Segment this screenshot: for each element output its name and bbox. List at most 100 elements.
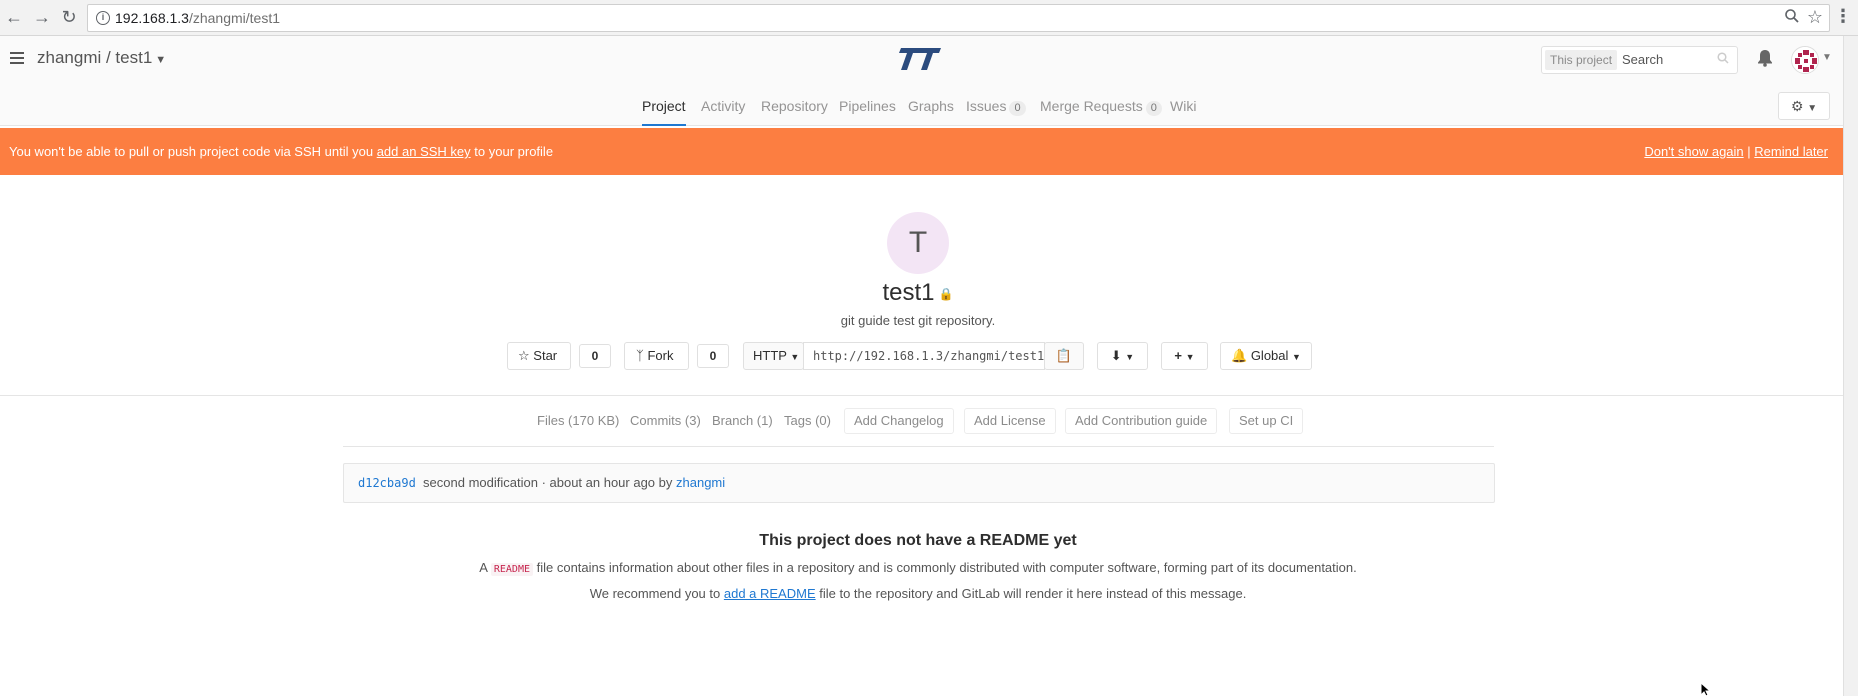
- fork-button[interactable]: ᛉ Fork: [624, 342, 689, 370]
- chevron-down-icon: ▼: [1807, 103, 1818, 114]
- readme-line1-prefix: A: [479, 560, 488, 575]
- tab-pipelines[interactable]: Pipelines: [839, 84, 896, 126]
- hamburger-menu-icon[interactable]: [10, 52, 24, 67]
- plus-icon: +: [1174, 348, 1183, 363]
- files-stat-link[interactable]: Files (170 KB): [537, 411, 619, 431]
- page-scrollbar[interactable]: [1843, 36, 1858, 696]
- commits-stat-link[interactable]: Commits (3): [630, 411, 701, 431]
- fork-count[interactable]: 0: [697, 344, 729, 368]
- tab-issues-label: Issues: [966, 98, 1007, 114]
- forward-icon[interactable]: →: [30, 5, 54, 29]
- address-bar[interactable]: i 192.168.1.3/zhangmi/test1 ☆: [87, 4, 1830, 32]
- user-menu-caret-icon[interactable]: ▼: [1822, 52, 1832, 63]
- commit-message: second modification: [423, 475, 538, 490]
- caret-down-icon: ▼: [1292, 352, 1301, 362]
- tab-merge-requests[interactable]: Merge Requests 0: [1040, 84, 1162, 126]
- star-label: Star: [533, 348, 558, 363]
- commit-author-link[interactable]: zhangmi: [676, 475, 725, 490]
- copy-url-button[interactable]: 📋: [1044, 342, 1084, 370]
- caret-down-icon: ▼: [790, 352, 800, 362]
- tab-merge-requests-label: Merge Requests: [1040, 98, 1143, 114]
- url-host: 192.168.1.3: [115, 10, 189, 26]
- caret-down-icon: ▼: [1125, 352, 1135, 362]
- user-avatar[interactable]: [1791, 46, 1819, 74]
- tab-project[interactable]: Project: [642, 84, 686, 126]
- project-description: git guide test git repository.: [840, 313, 996, 328]
- commit-sha-link[interactable]: d12cba9d: [358, 476, 416, 490]
- reload-icon[interactable]: ↻: [57, 5, 81, 29]
- add-dropdown[interactable]: + ▼: [1161, 342, 1208, 370]
- star-icon: ☆: [518, 348, 530, 363]
- tags-stat-link[interactable]: Tags (0): [784, 411, 831, 431]
- search-scope-badge[interactable]: This project: [1545, 50, 1618, 70]
- search-input[interactable]: Search: [1622, 52, 1663, 67]
- download-dropdown[interactable]: ⬇ ▼: [1097, 342, 1148, 370]
- add-contribution-guide-button[interactable]: Add Contribution guide: [1065, 408, 1218, 434]
- project-avatar: T: [887, 212, 949, 274]
- search-box[interactable]: This project Search: [1541, 46, 1738, 74]
- gear-icon: ⚙: [1790, 98, 1804, 114]
- mouse-cursor-icon: [1700, 683, 1712, 696]
- tab-wiki[interactable]: Wiki: [1170, 84, 1196, 126]
- gitlab-header: zhangmi / test1 ▼ This project Search ▼ …: [0, 36, 1843, 126]
- back-icon[interactable]: ←: [2, 5, 26, 29]
- alert-separator: |: [1747, 144, 1751, 159]
- star-button[interactable]: ☆ Star: [507, 342, 571, 370]
- stats-divider: [343, 446, 1494, 447]
- remind-later-link[interactable]: Remind later: [1754, 144, 1828, 159]
- breadcrumb-text[interactable]: zhangmi / test1: [37, 48, 152, 67]
- project-title: test1 🔒: [0, 279, 1836, 307]
- fork-icon: ᛉ: [636, 348, 644, 363]
- browser-menu-icon[interactable]: ⋮: [1834, 6, 1852, 27]
- last-commit-box: d12cba9d second modification · about an …: [343, 463, 1495, 503]
- url-text[interactable]: 192.168.1.3/zhangmi/test1: [115, 10, 280, 26]
- add-changelog-button[interactable]: Add Changelog: [844, 408, 954, 434]
- clone-url-input[interactable]: http://192.168.1.3/zhangmi/test1.git: [803, 342, 1045, 370]
- project-name: test1: [882, 279, 935, 306]
- tt-logo[interactable]: [898, 46, 942, 77]
- search-icon: [1717, 52, 1729, 64]
- commit-time: · about an hour ago by: [541, 475, 673, 490]
- add-license-button[interactable]: Add License: [964, 408, 1056, 434]
- readme-code: README: [490, 563, 533, 576]
- hero-divider: [0, 395, 1843, 396]
- readme-recommend-line: We recommend you to add a README file to…: [0, 586, 1836, 601]
- alert-message: You won't be able to pull or push projec…: [9, 128, 553, 175]
- alert-text-before: You won't be able to pull or push projec…: [9, 144, 374, 159]
- ssh-key-alert: You won't be able to pull or push projec…: [0, 128, 1843, 175]
- issues-count-badge: 0: [1009, 101, 1026, 116]
- zoom-icon[interactable]: [1785, 9, 1799, 27]
- readme-line2-text: file to the repository and GitLab will r…: [819, 586, 1247, 601]
- protocol-dropdown[interactable]: HTTP ▼: [743, 342, 804, 370]
- browser-toolbar: ← → ↻ i 192.168.1.3/zhangmi/test1 ☆ ⋮: [0, 0, 1858, 36]
- caret-down-icon: ▼: [1185, 352, 1195, 362]
- tab-graphs[interactable]: Graphs: [908, 84, 954, 126]
- bookmark-star-icon[interactable]: ☆: [1807, 7, 1823, 28]
- fork-label: Fork: [647, 348, 674, 363]
- add-ssh-key-link[interactable]: add an SSH key: [377, 144, 471, 159]
- notification-level-label: Global: [1250, 348, 1289, 363]
- info-icon[interactable]: i: [96, 11, 110, 25]
- readme-line2-prefix: We recommend you to: [589, 586, 721, 601]
- url-path: /zhangmi/test1: [188, 10, 281, 26]
- project-nav-tabs: Project Activity Repository Pipelines Gr…: [0, 84, 1843, 126]
- notification-bell-icon[interactable]: [1757, 49, 1773, 72]
- lock-icon: 🔒: [938, 286, 954, 301]
- readme-info-line: A README file contains information about…: [0, 560, 1836, 576]
- branch-stat-link[interactable]: Branch (1): [712, 411, 773, 431]
- tab-issues[interactable]: Issues 0: [966, 84, 1026, 126]
- tab-activity[interactable]: Activity: [701, 84, 745, 126]
- add-readme-link[interactable]: add a README: [724, 586, 816, 601]
- breadcrumb[interactable]: zhangmi / test1 ▼: [37, 48, 166, 68]
- app-root: ← → ↻ i 192.168.1.3/zhangmi/test1 ☆ ⋮ zh…: [0, 0, 1858, 696]
- protocol-label: HTTP: [753, 348, 787, 363]
- dont-show-again-link[interactable]: Don't show again: [1644, 144, 1743, 159]
- alert-text-after: to your profile: [474, 144, 554, 159]
- readme-line1-text: file contains information about other fi…: [536, 560, 1357, 575]
- project-settings-button[interactable]: ⚙ ▼: [1778, 92, 1830, 120]
- notification-level-dropdown[interactable]: 🔔 Global ▼: [1220, 342, 1312, 370]
- star-count[interactable]: 0: [579, 344, 611, 368]
- chevron-down-icon[interactable]: ▼: [155, 54, 166, 66]
- setup-ci-button[interactable]: Set up CI: [1229, 408, 1304, 434]
- tab-repository[interactable]: Repository: [761, 84, 828, 126]
